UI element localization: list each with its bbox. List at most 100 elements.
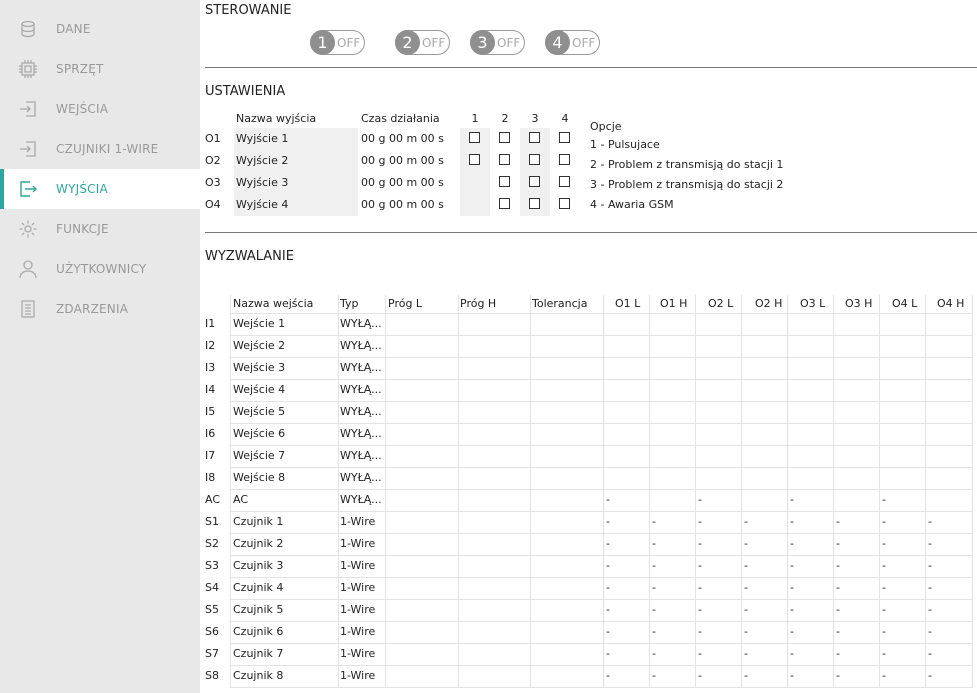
duration-field[interactable]: 00 g 00 m 00 s: [359, 194, 459, 216]
input-type-select[interactable]: WYŁĄ...: [340, 401, 382, 423]
table-cell[interactable]: -: [744, 511, 748, 533]
input-type-select[interactable]: WYŁĄ...: [340, 423, 382, 445]
table-cell[interactable]: -: [652, 577, 656, 599]
table-cell[interactable]: -: [698, 599, 702, 621]
sidebar-item-uzytkownicy[interactable]: UŻYTKOWNICY: [0, 249, 200, 289]
table-cell[interactable]: -: [652, 533, 656, 555]
sidebar-item-sprzet[interactable]: SPRZĘT: [0, 49, 200, 89]
option-3-checkbox[interactable]: [529, 154, 540, 165]
table-row[interactable]: S3 Czujnik 3 1-Wire - - - - - - - -: [200, 555, 977, 577]
table-row[interactable]: S6 Czujnik 6 1-Wire - - - - - - - -: [200, 621, 977, 643]
table-cell[interactable]: -: [744, 533, 748, 555]
output-name-field[interactable]: Wyjście 4: [234, 194, 358, 216]
table-cell[interactable]: -: [698, 665, 702, 687]
duration-field[interactable]: 00 g 00 m 00 s: [359, 128, 459, 150]
table-row[interactable]: I4 Wejście 4 WYŁĄ...: [200, 379, 977, 401]
input-type-select[interactable]: 1-Wire: [340, 643, 375, 665]
table-cell[interactable]: -: [836, 533, 840, 555]
table-cell[interactable]: -: [744, 577, 748, 599]
table-cell[interactable]: -: [928, 621, 932, 643]
input-type-select[interactable]: WYŁĄ...: [340, 379, 382, 401]
table-row[interactable]: I8 Wejście 8 WYŁĄ...: [200, 467, 977, 489]
table-cell[interactable]: -: [928, 533, 932, 555]
table-row[interactable]: I3 Wejście 3 WYŁĄ...: [200, 357, 977, 379]
table-cell[interactable]: -: [928, 577, 932, 599]
table-cell[interactable]: -: [606, 665, 610, 687]
table-row[interactable]: S1 Czujnik 1 1-Wire - - - - - - - -: [200, 511, 977, 533]
sidebar-item-czujniki[interactable]: CZUJNIKI 1-WIRE: [0, 129, 200, 169]
table-cell[interactable]: -: [606, 599, 610, 621]
sidebar-item-dane[interactable]: DANE: [0, 9, 200, 49]
table-cell[interactable]: -: [882, 511, 886, 533]
output-name-field[interactable]: Wyjście 2: [234, 150, 358, 172]
table-cell[interactable]: -: [698, 621, 702, 643]
input-type-select[interactable]: WYŁĄ...: [340, 445, 382, 467]
option-3-checkbox[interactable]: [529, 176, 540, 187]
table-row[interactable]: I5 Wejście 5 WYŁĄ...: [200, 401, 977, 423]
option-1-checkbox[interactable]: [469, 132, 480, 143]
table-cell[interactable]: -: [652, 511, 656, 533]
option-2-checkbox[interactable]: [499, 176, 510, 187]
input-type-select[interactable]: 1-Wire: [340, 665, 375, 687]
option-4-checkbox[interactable]: [559, 132, 570, 143]
option-3-checkbox[interactable]: [529, 132, 540, 143]
table-cell[interactable]: -: [928, 665, 932, 687]
table-cell[interactable]: -: [652, 665, 656, 687]
table-cell[interactable]: -: [652, 555, 656, 577]
table-cell[interactable]: -: [836, 599, 840, 621]
option-4-checkbox[interactable]: [559, 154, 570, 165]
table-row[interactable]: I1 Wejście 1 WYŁĄ...: [200, 313, 977, 335]
table-cell[interactable]: -: [836, 643, 840, 665]
table-cell[interactable]: -: [790, 511, 794, 533]
table-row[interactable]: I7 Wejście 7 WYŁĄ...: [200, 445, 977, 467]
sidebar-item-wejscia[interactable]: WEJŚCIA: [0, 89, 200, 129]
table-cell[interactable]: -: [652, 599, 656, 621]
table-row[interactable]: I6 Wejście 6 WYŁĄ...: [200, 423, 977, 445]
table-cell[interactable]: -: [698, 643, 702, 665]
input-type-select[interactable]: 1-Wire: [340, 599, 375, 621]
option-4-checkbox[interactable]: [559, 198, 570, 209]
table-cell[interactable]: -: [882, 533, 886, 555]
table-cell[interactable]: -: [744, 643, 748, 665]
table-cell[interactable]: -: [882, 555, 886, 577]
table-cell[interactable]: -: [836, 577, 840, 599]
input-type-select[interactable]: WYŁĄ...: [340, 467, 382, 489]
output-name-field[interactable]: Wyjście 3: [234, 172, 358, 194]
sidebar-item-wyjscia[interactable]: WYJŚCIA: [0, 169, 200, 209]
table-cell[interactable]: -: [606, 577, 610, 599]
table-cell[interactable]: -: [836, 621, 840, 643]
table-row[interactable]: I2 Wejście 2 WYŁĄ...: [200, 335, 977, 357]
input-type-select[interactable]: WYŁĄ...: [340, 335, 382, 357]
table-cell[interactable]: -: [790, 533, 794, 555]
output-2-toggle[interactable]: 2 OFF: [395, 30, 450, 55]
table-cell[interactable]: -: [606, 555, 610, 577]
table-cell[interactable]: -: [790, 555, 794, 577]
input-type-select[interactable]: WYŁĄ...: [340, 489, 382, 511]
input-type-select[interactable]: WYŁĄ...: [340, 313, 382, 335]
table-cell[interactable]: -: [790, 621, 794, 643]
table-row[interactable]: AC AC WYŁĄ... - - - -: [200, 489, 977, 511]
table-cell[interactable]: -: [606, 511, 610, 533]
input-type-select[interactable]: 1-Wire: [340, 621, 375, 643]
table-cell[interactable]: -: [882, 643, 886, 665]
table-cell[interactable]: -: [882, 489, 886, 511]
table-cell[interactable]: -: [606, 533, 610, 555]
table-cell[interactable]: -: [652, 643, 656, 665]
table-cell[interactable]: -: [744, 599, 748, 621]
input-type-select[interactable]: WYŁĄ...: [340, 357, 382, 379]
table-cell[interactable]: -: [882, 665, 886, 687]
option-2-checkbox[interactable]: [499, 154, 510, 165]
input-type-select[interactable]: 1-Wire: [340, 577, 375, 599]
table-cell[interactable]: -: [652, 621, 656, 643]
table-cell[interactable]: -: [790, 489, 794, 511]
table-row[interactable]: S2 Czujnik 2 1-Wire - - - - - - - -: [200, 533, 977, 555]
table-cell[interactable]: -: [698, 577, 702, 599]
output-1-toggle[interactable]: 1 OFF: [310, 30, 365, 55]
output-4-toggle[interactable]: 4 OFF: [545, 30, 600, 55]
table-cell[interactable]: -: [744, 621, 748, 643]
table-cell[interactable]: -: [836, 511, 840, 533]
table-cell[interactable]: -: [790, 599, 794, 621]
table-cell[interactable]: -: [698, 511, 702, 533]
table-cell[interactable]: -: [606, 621, 610, 643]
table-row[interactable]: S8 Czujnik 8 1-Wire - - - - - - - -: [200, 665, 977, 687]
